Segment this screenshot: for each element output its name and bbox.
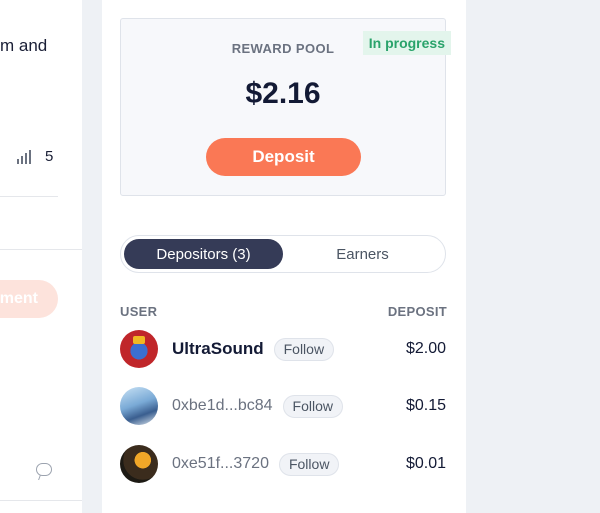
follow-button[interactable]: Follow <box>278 452 340 476</box>
avatar[interactable] <box>120 387 158 425</box>
avatar[interactable] <box>120 330 158 368</box>
table-row: 0xe51f...3720 Follow $0.01 <box>120 445 446 483</box>
tab-depositors[interactable]: Depositors (3) <box>124 239 283 269</box>
deposit-button[interactable]: Deposit <box>206 138 361 176</box>
divider <box>0 196 58 197</box>
divider <box>0 500 82 501</box>
tab-earners[interactable]: Earners <box>283 239 442 269</box>
stats-row: 5 <box>17 148 53 165</box>
comment-button[interactable]: ment <box>0 280 58 318</box>
deposit-value: $0.01 <box>405 455 446 472</box>
left-card: m and 5 ment <box>0 0 82 513</box>
deposit-value: $2.00 <box>405 340 446 357</box>
signal-bars-icon <box>17 149 31 164</box>
comment-icon[interactable] <box>36 463 52 476</box>
reward-pool-amount: $2.16 <box>245 77 321 110</box>
stat-count: 5 <box>45 148 54 165</box>
table-row: 0xbe1d...bc84 Follow $0.15 <box>120 387 446 425</box>
deposit-value: $0.15 <box>405 397 446 414</box>
post-text-fragment: m and <box>0 36 48 55</box>
user-name[interactable]: UltraSound <box>172 339 264 359</box>
user-address[interactable]: 0xe51f...3720 <box>172 455 269 473</box>
follow-button[interactable]: Follow <box>282 394 343 418</box>
follow-button[interactable]: Follow <box>273 337 335 361</box>
tab-bar: Depositors (3) Earners <box>120 235 446 273</box>
reward-panel: REWARD POOL In progress $2.16 Deposit De… <box>102 0 466 513</box>
reward-pool-box: REWARD POOL In progress $2.16 Deposit <box>120 18 451 196</box>
divider <box>0 249 82 250</box>
table-row: UltraSound Follow $2.00 <box>120 330 446 368</box>
column-header-deposit: DEPOSIT <box>387 304 447 319</box>
avatar[interactable] <box>120 445 158 483</box>
column-header-user: USER <box>120 304 158 319</box>
user-address[interactable]: 0xbe1d...bc84 <box>172 397 273 415</box>
status-badge: In progress <box>362 31 451 55</box>
